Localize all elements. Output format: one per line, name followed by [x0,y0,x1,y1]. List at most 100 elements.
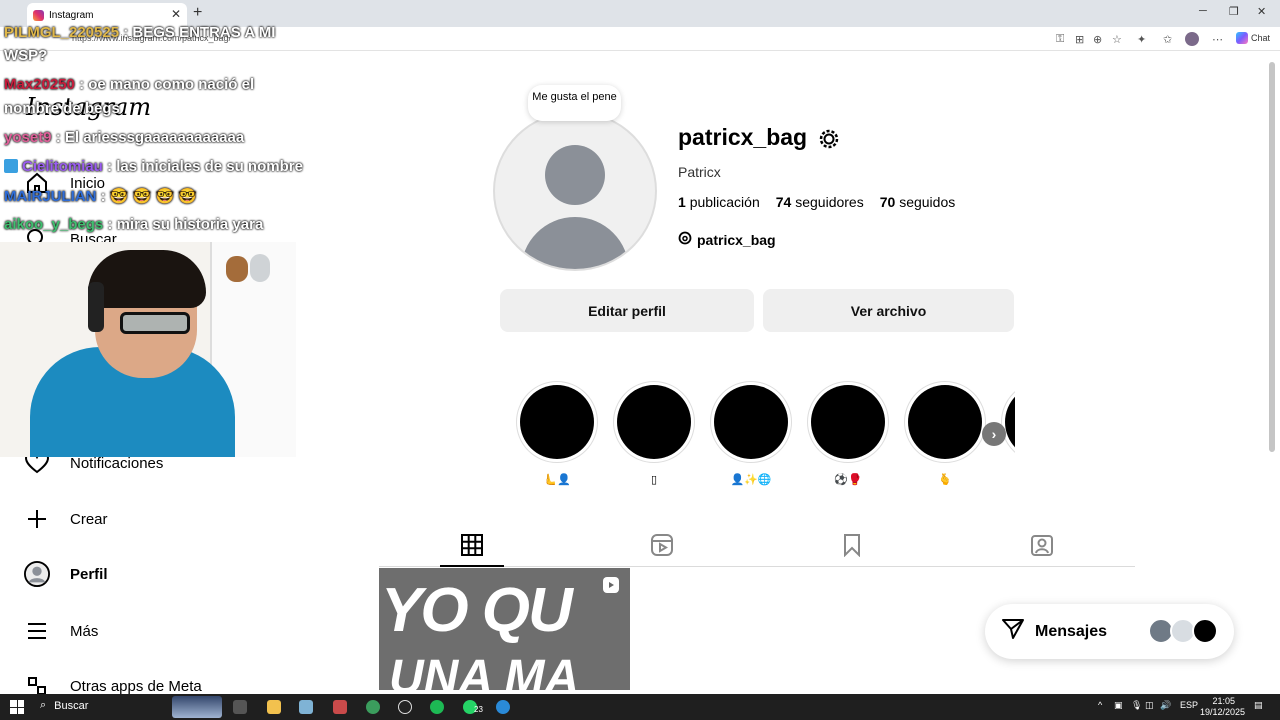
followers-stat[interactable]: 74 seguidores [776,194,864,210]
task-view-icon[interactable] [233,700,247,714]
followers-label: seguidores [795,194,864,210]
highlights-next-button[interactable]: › [982,422,1006,446]
saved-tab[interactable] [840,533,864,558]
following-stat[interactable]: 70 seguidos [880,194,956,210]
nav-meta-apps-label: Otras apps de Meta [70,677,202,695]
tray-chevron-icon[interactable]: ^ [1098,700,1102,710]
post-text-line2: UNA MA [389,651,580,690]
key-icon[interactable]: ⚿ [1056,33,1064,46]
nav-notifications-label: Notificaciones [70,454,164,472]
chrome-icon[interactable] [366,700,380,714]
network-icon[interactable]: ◫ [1145,700,1154,711]
page-scrollbar[interactable] [1269,62,1275,452]
minimize-icon[interactable]: ─ [1199,5,1207,17]
highlight-cover [714,385,788,459]
chat-text: 🤓 🤓 🤓 🤓 [109,188,198,205]
chat-separator: : [119,24,133,41]
language-indicator[interactable]: ESP [1180,700,1198,710]
threads-link[interactable]: patricx_bag [678,231,776,248]
microphone-icon[interactable]: 🎙 [1131,700,1142,711]
chat-separator: : [74,76,89,93]
windows-start-icon[interactable] [10,700,24,714]
taskbar-search[interactable]: ⌕ Buscar [40,699,88,712]
threads-icon [678,231,692,248]
highlight-label: 🫷👤 [543,474,571,486]
profile-note[interactable]: Me gusta el pene [528,85,621,121]
chat-label: Chat [1251,33,1271,43]
highlight-ring [710,381,792,463]
volume-icon[interactable]: 🔊 [1160,700,1171,711]
edge-icon[interactable] [496,700,510,714]
chat-text: El ariesssgaaaaaaaaaaaa [64,129,245,146]
chat-separator: : [96,188,110,205]
view-archive-button[interactable]: Ver archivo [763,289,1014,332]
highlight-cover [520,385,594,459]
messages-button[interactable]: Mensajes [985,604,1234,659]
highlight-item[interactable]: 🫰 [904,381,986,487]
notifications-icon[interactable]: ▤ [1254,700,1263,711]
chat-message: nombre de begs [4,100,120,117]
tray-icon[interactable]: ▣ [1114,700,1123,711]
chat-username: yoset9 [4,129,52,146]
highlight-item[interactable]: ⚽🥊 [807,381,889,487]
menu-icon [24,618,50,644]
highlight-item[interactable]: ▯ [613,381,695,487]
favorite-star-icon[interactable]: ☆ [1112,33,1122,46]
copilot-chat-button[interactable]: Chat [1236,32,1270,44]
browser-tab-bar: Instagram ✕ + ─ ❐ ✕ [0,0,1280,27]
copilot-icon [1236,32,1248,44]
apps-icon[interactable]: ⊞ [1075,33,1084,46]
chat-username: MAIRJULIAN [4,188,97,205]
system-clock[interactable]: 21:05 19/12/2025 [1200,696,1245,718]
highlight-item[interactable]: 🫷👤 [516,381,598,487]
file-explorer-icon[interactable] [267,700,281,714]
app-icon[interactable] [333,700,347,714]
tagged-icon [1031,535,1053,556]
posts-grid-tab[interactable] [460,533,484,557]
chat-text: las iniciales de su nombre [116,158,303,175]
highlight-item-partial[interactable] [1001,381,1015,463]
profile-username: patricx_bag [678,124,808,150]
highlight-ring [807,381,889,463]
close-window-icon[interactable]: ✕ [1257,5,1266,18]
reel-indicator-icon [602,576,620,594]
instagram-favicon-icon [33,9,44,21]
following-label: seguidos [899,194,956,210]
reels-tab[interactable] [650,533,674,557]
new-tab-button[interactable]: + [193,4,202,22]
highlight-cover [617,385,691,459]
highlight-ring [904,381,986,463]
reels-icon [651,534,673,556]
highlight-label: ▯ [650,474,658,486]
nav-profile[interactable]: Perfil [24,561,108,587]
browser-profile-avatar[interactable] [1185,32,1199,46]
following-count: 70 [879,194,896,210]
nav-more[interactable]: Más [24,618,98,644]
spotify-icon[interactable] [430,700,444,714]
edit-profile-button[interactable]: Editar perfil [500,289,754,332]
highlight-cover [811,385,885,459]
extensions-icon[interactable]: ✦ [1137,33,1146,46]
profile-avatar[interactable] [493,111,657,271]
tab-title: Instagram [49,9,94,21]
post-thumbnail[interactable]: YO QU UNA MA [379,568,630,690]
more-icon[interactable]: ⋯ [1212,33,1223,46]
whatsapp-badge: 23 [474,705,483,714]
maximize-icon[interactable]: ❐ [1229,5,1239,18]
app-icon[interactable] [299,700,313,714]
search-highlight-image[interactable] [172,696,222,718]
highlight-item[interactable]: 👤✨🌐 [710,381,792,487]
chat-text: nombre de begs [4,100,120,117]
webcam-plushie [250,254,270,282]
chat-separator: : [51,129,65,146]
favorites-icon[interactable]: ✩ [1163,33,1172,46]
chat-text: WSP? [4,47,48,64]
tagged-tab[interactable] [1030,533,1054,557]
zoom-icon[interactable]: ⊕ [1093,33,1102,46]
settings-icon[interactable] [818,128,840,155]
bookmark-icon [844,534,860,558]
close-tab-icon[interactable]: ✕ [171,7,181,21]
nav-create[interactable]: Crear [24,506,108,532]
obs-icon[interactable] [398,700,412,714]
chat-text: BEGS ENTRAS A MI [132,24,276,41]
